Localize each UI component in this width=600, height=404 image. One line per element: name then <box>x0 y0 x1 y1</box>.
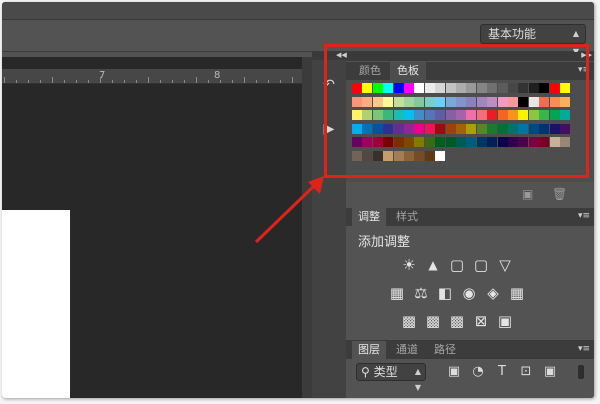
ruler-tick <box>76 80 77 83</box>
ruler-tick <box>40 80 41 83</box>
selective-color-icon[interactable]: ⊠ <box>472 312 490 330</box>
adjustment-filter-icon[interactable]: ◔ <box>470 364 486 380</box>
curves-icon[interactable]: ▢ <box>448 256 466 274</box>
search-icon: ⚲ <box>361 365 370 379</box>
ruler-tick <box>184 80 185 83</box>
panel-menu-icon[interactable]: ▾≡ <box>578 212 590 221</box>
ruler-tick <box>160 80 161 83</box>
ruler-tick <box>112 80 113 83</box>
hue-saturation-icon[interactable]: ▦ <box>388 284 406 302</box>
photo-filter-icon[interactable]: ◉ <box>460 284 478 302</box>
workspace-label: 基本功能 <box>488 27 537 41</box>
black-white-icon[interactable]: ◧ <box>436 284 454 302</box>
ruler-tick <box>220 80 221 83</box>
gradient-map-icon[interactable]: ▣ <box>496 312 514 330</box>
ruler-tick <box>208 80 209 83</box>
smart-object-filter-icon[interactable]: ▣ <box>542 364 558 380</box>
invert-icon[interactable]: ▩ <box>400 312 418 330</box>
horizontal-ruler[interactable]: 7 8 <box>2 69 302 84</box>
pixel-filter-icon[interactable]: ▣ <box>446 364 462 380</box>
layer-filter-label: 类型 <box>373 365 398 379</box>
type-filter-icon[interactable]: T <box>494 364 510 380</box>
updown-chevron-icon: ▲▼ <box>414 367 421 392</box>
ruler-tick <box>64 80 65 83</box>
ruler-tick <box>16 80 17 83</box>
photoshop-window: 基本功能 ▲▼ 7 8 ◀◀ ▶▶ ↶ ▶ 颜色 色板 ▾≡ ▣ 🗑 调整 样式… <box>2 2 594 398</box>
workspace-selector[interactable]: 基本功能 ▲▼ <box>480 24 586 56</box>
tab-channels[interactable]: 通道 <box>390 341 424 359</box>
menu-bar <box>2 2 594 20</box>
ruler-tick <box>256 80 257 83</box>
canvas[interactable] <box>2 210 70 398</box>
ruler-tick <box>124 80 125 83</box>
shape-filter-icon[interactable]: ⊡ <box>518 364 534 380</box>
ruler-tick <box>268 80 269 83</box>
tab-paths[interactable]: 路径 <box>428 341 462 359</box>
panel-menu-icon[interactable]: ▾≡ <box>578 345 590 354</box>
swatches-footer: ▣ 🗑 <box>346 182 594 206</box>
ruler-tick <box>88 80 89 83</box>
levels-icon[interactable]: ▲ <box>424 256 442 274</box>
filter-toggle[interactable] <box>578 365 584 379</box>
adjustments-title: 添加调整 <box>358 235 411 250</box>
ruler-tick <box>4 77 5 83</box>
tab-styles[interactable]: 样式 <box>390 208 424 226</box>
ruler-tick <box>196 77 197 83</box>
layer-filter-select[interactable]: ⚲ 类型 ▲ ▼ <box>356 363 426 392</box>
ruler-tick <box>292 77 293 83</box>
color-balance-icon[interactable]: ⚖ <box>412 284 430 302</box>
ruler-tick <box>28 80 29 83</box>
ruler-tick <box>280 80 281 83</box>
ruler-tick <box>244 77 245 83</box>
adjustments-panel: 调整 样式 ▾≡ 添加调整 ☀ ▲ ▢ ▢ ▽ ▦ ⚖ ◧ ◉ ◈ ▦ ▩ ▩ … <box>346 208 594 338</box>
color-lookup-icon[interactable]: ▦ <box>508 284 526 302</box>
annotation-arrow <box>254 176 324 244</box>
layers-tab-bar: 图层 通道 路径 ▾≡ <box>346 341 594 359</box>
highlight-box <box>324 44 589 178</box>
brightness-icon[interactable]: ☀ <box>400 256 418 274</box>
ruler-tick <box>172 80 173 83</box>
tab-adjustments[interactable]: 调整 <box>352 208 386 226</box>
tab-layers[interactable]: 图层 <box>352 341 386 359</box>
ruler-tick <box>52 77 53 83</box>
ruler-tick <box>148 77 149 83</box>
ruler-tick <box>100 77 101 83</box>
new-swatch-icon[interactable]: ▣ <box>522 187 533 201</box>
layers-panel: 图层 通道 路径 ▾≡ ⚲ 类型 ▲ ▼ ▣ ◔ T ⊡ ▣ <box>346 340 594 398</box>
exposure-icon[interactable]: ▢ <box>472 256 490 274</box>
posterize-icon[interactable]: ▩ <box>424 312 442 330</box>
ruler-tick <box>136 80 137 83</box>
ruler-tick <box>232 80 233 83</box>
adjustments-tab-bar: 调整 样式 ▾≡ <box>346 208 594 226</box>
trash-icon[interactable]: 🗑 <box>552 187 567 201</box>
channel-mixer-icon[interactable]: ◈ <box>484 284 502 302</box>
threshold-icon[interactable]: ▩ <box>448 312 466 330</box>
vibrance-icon[interactable]: ▽ <box>496 256 514 274</box>
